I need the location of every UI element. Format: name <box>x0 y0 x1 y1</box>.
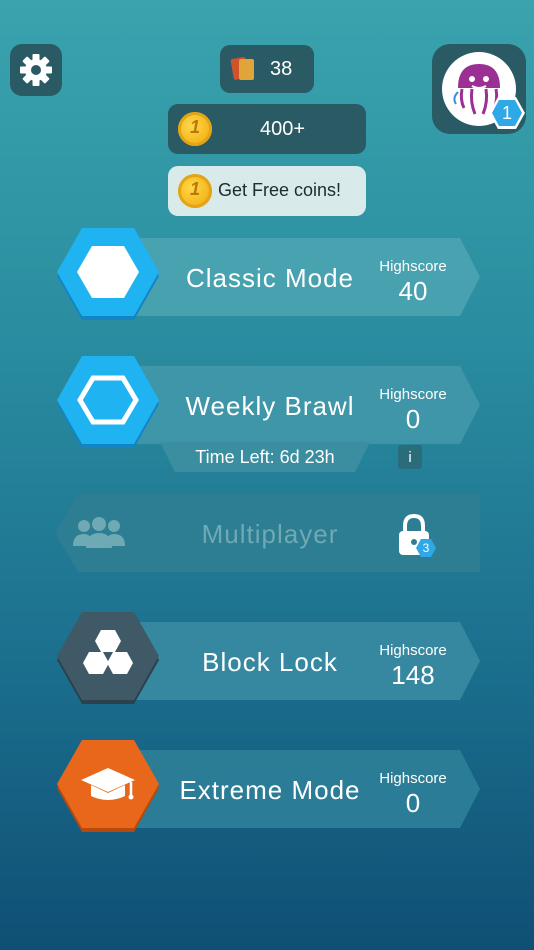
highscore-value: 0 <box>405 404 421 434</box>
mode-multiplayer[interactable]: Multiplayer 3 <box>55 484 480 584</box>
hexagon-badge <box>57 228 159 320</box>
get-free-coins-button[interactable]: 1 Get Free coins! <box>168 166 366 216</box>
unlock-level-badge: 3 <box>415 538 437 558</box>
coins-counter[interactable]: 1 400+ <box>168 104 366 154</box>
mode-title: Extreme Mode <box>179 774 361 805</box>
highscore-label: Highscore <box>379 642 447 659</box>
people-icon <box>73 517 125 548</box>
cards-icon <box>230 57 254 80</box>
highscore-value: 40 <box>398 276 428 306</box>
time-left-text: Time Left: 6d 23h <box>195 446 335 467</box>
gear-icon <box>20 54 52 86</box>
info-button[interactable]: i <box>398 445 422 469</box>
mode-title: Block Lock <box>202 646 338 677</box>
highscore-value: 148 <box>391 660 435 690</box>
coins-amount: 400+ <box>260 118 306 140</box>
highscore-label: Highscore <box>379 258 447 275</box>
time-left-tab: Time Left: 6d 23h <box>160 442 370 472</box>
free-coins-label: Get Free coins! <box>218 180 342 200</box>
graduation-cap-badge <box>57 740 159 832</box>
mode-weekly-brawl[interactable]: Weekly Brawl Highscore 0 <box>55 356 480 456</box>
lock-icon: 3 <box>395 512 437 562</box>
cards-count: 38 <box>270 58 293 80</box>
highscore-label: Highscore <box>379 770 447 787</box>
settings-button[interactable] <box>10 44 62 96</box>
hex-cluster-badge <box>57 612 159 704</box>
player-level-badge: 1 <box>488 96 526 135</box>
cards-counter[interactable]: 38 <box>220 45 314 93</box>
mode-block-lock[interactable]: Block Lock Highscore 148 <box>55 612 480 712</box>
hexagon-outline-badge <box>57 356 159 448</box>
mode-classic[interactable]: Classic Mode Highscore 40 <box>55 228 480 328</box>
mode-title: Weekly Brawl <box>185 390 355 421</box>
mode-extreme[interactable]: Extreme Mode Highscore 0 <box>55 740 480 840</box>
highscore-value: 0 <box>405 788 421 818</box>
coin-icon: 1 <box>178 112 212 146</box>
coin-icon: 1 <box>178 174 212 208</box>
highscore-label: Highscore <box>379 386 447 403</box>
mode-title: Classic Mode <box>185 262 355 293</box>
profile-button[interactable]: 1 <box>432 44 526 134</box>
mode-title: Multiplayer <box>201 518 339 549</box>
